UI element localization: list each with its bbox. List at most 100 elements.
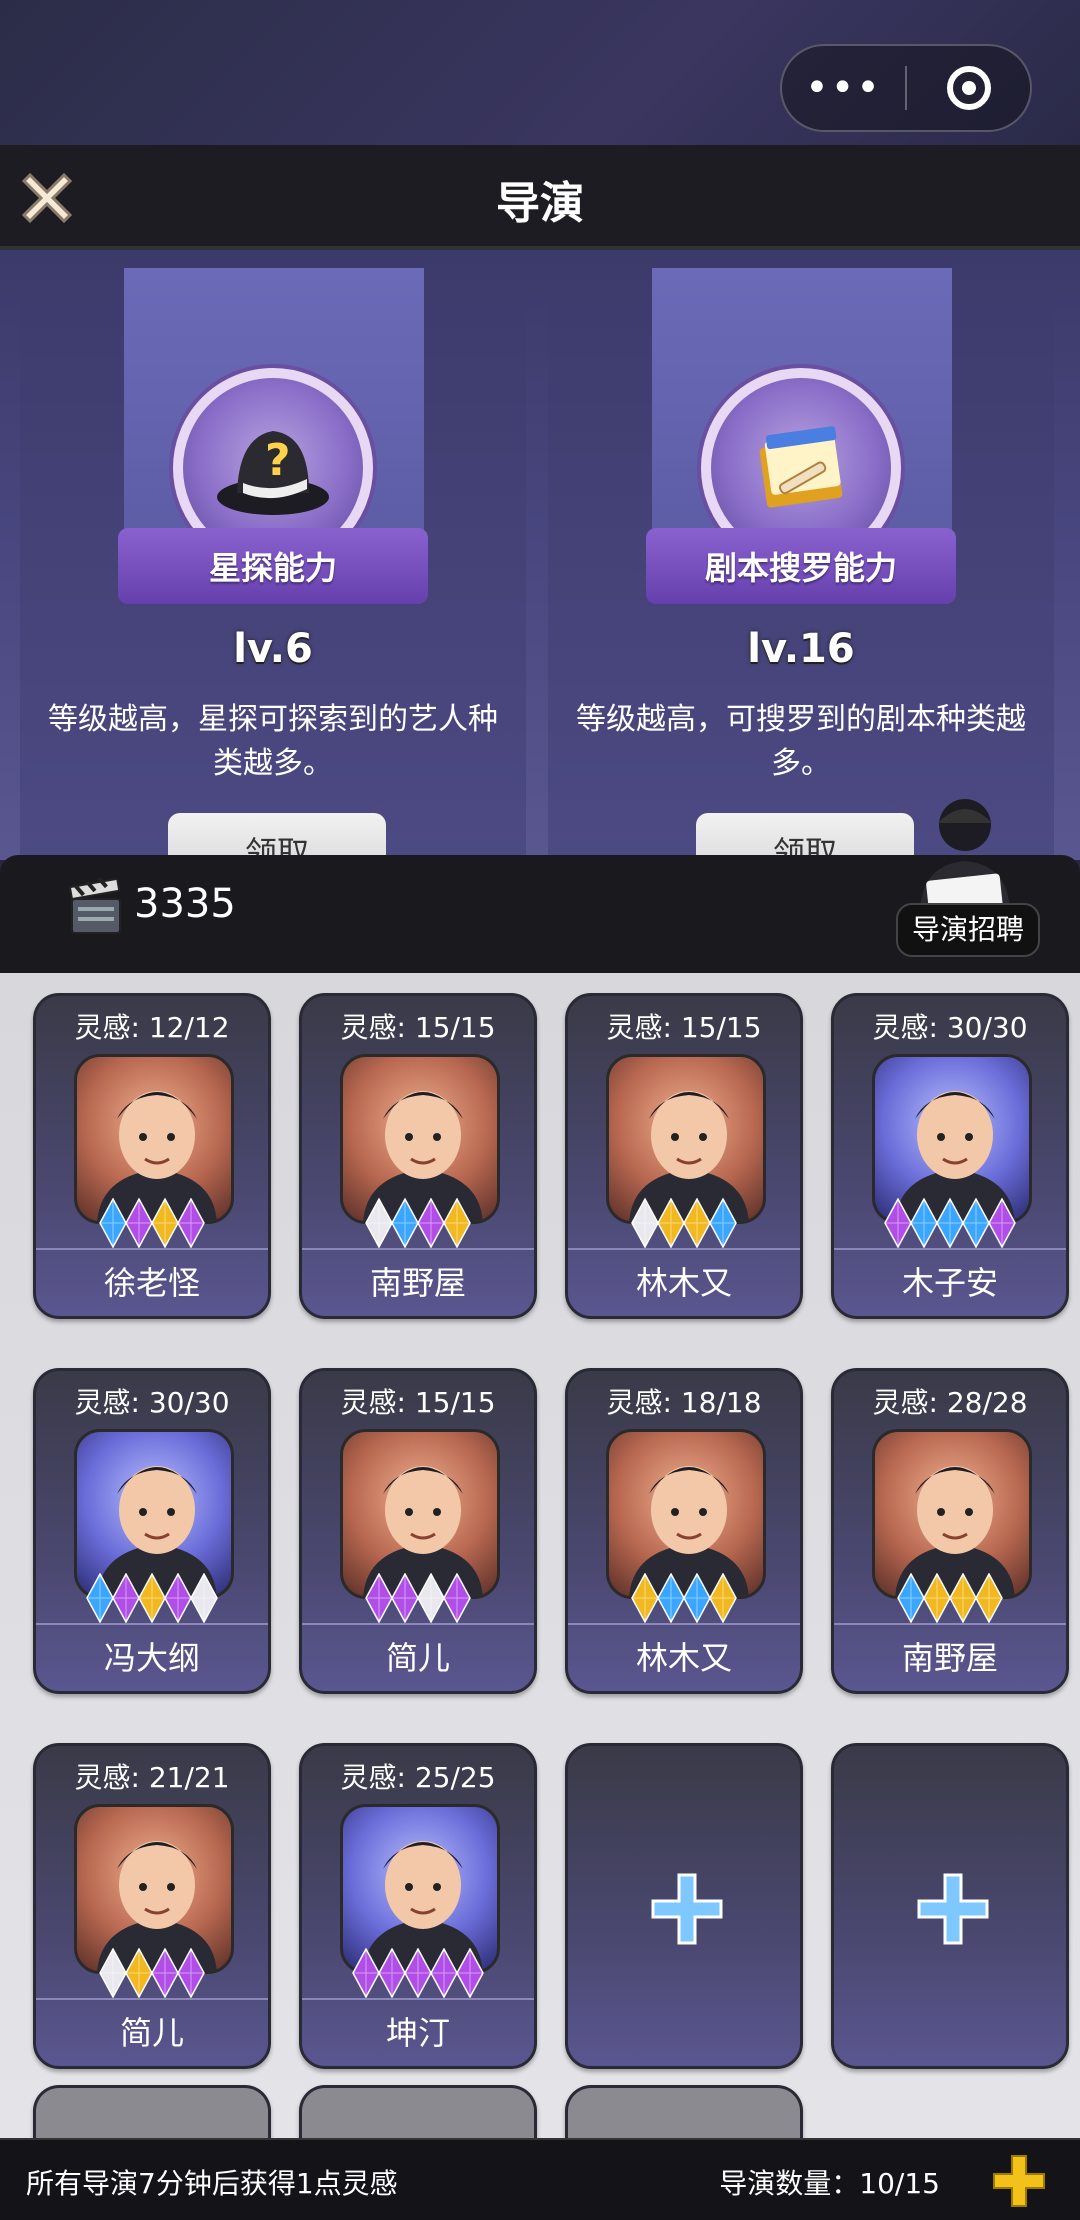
blue-gem-icon bbox=[683, 1573, 711, 1623]
gold-gem-icon bbox=[975, 1573, 1003, 1623]
miniprogram-capsule: ••• bbox=[780, 44, 1032, 132]
director-grid: 灵感: 12/12 徐老怪 灵感: 15/15 南野屋 灵感: 15/15 林木又 灵感: … bbox=[0, 973, 1080, 2145]
inspiration-value: 灵感: 15/15 bbox=[340, 1386, 496, 1419]
purple-gem-icon bbox=[164, 1573, 192, 1623]
white-gem-icon bbox=[365, 1198, 393, 1248]
gold-gem-icon bbox=[138, 1573, 166, 1623]
add-director-capacity-icon[interactable] bbox=[992, 2154, 1046, 2208]
inspiration-value: 灵感: 25/25 bbox=[340, 1761, 496, 1794]
add-icon bbox=[651, 1873, 723, 1945]
white-gem-icon bbox=[417, 1573, 445, 1623]
partial-card bbox=[299, 2085, 537, 2145]
ability-description: 等级越高，星探可探索到的艺人种类越多。 bbox=[48, 702, 498, 781]
bottom-bar: 所有导演7分钟后获得1点灵感 导演数量：10/15 bbox=[0, 2138, 1080, 2220]
director-card[interactable]: 灵感: 12/12 徐老怪 bbox=[33, 993, 271, 1319]
director-card[interactable]: 灵感: 15/15 简儿 bbox=[299, 1368, 537, 1694]
add-icon bbox=[917, 1873, 989, 1945]
purple-gem-icon bbox=[404, 1948, 432, 1998]
purple-gem-icon bbox=[177, 1198, 205, 1248]
close-miniprogram-button[interactable] bbox=[907, 46, 1030, 130]
blue-gem-icon bbox=[910, 1198, 938, 1248]
page-title: 导演 bbox=[496, 178, 584, 229]
film-count: 3335 bbox=[134, 881, 236, 927]
director-card[interactable]: 灵感: 18/18 林木又 bbox=[565, 1368, 803, 1694]
ability-description: 等级越高，可搜罗到的剧本种类越多。 bbox=[576, 702, 1026, 781]
partial-card bbox=[565, 2085, 803, 2145]
purple-gem-icon bbox=[430, 1948, 458, 1998]
gold-gem-icon bbox=[151, 1198, 179, 1248]
blue-gem-icon bbox=[99, 1198, 127, 1248]
inspiration-value: 灵感: 12/12 bbox=[74, 1011, 230, 1044]
top-status-area: ••• bbox=[0, 0, 1080, 145]
inspiration-value: 灵感: 21/21 bbox=[74, 1761, 230, 1794]
partial-card bbox=[33, 2085, 271, 2145]
director-card[interactable]: 灵感: 15/15 林木又 bbox=[565, 993, 803, 1319]
rating-gems bbox=[302, 1198, 534, 1248]
gold-gem-icon bbox=[443, 1198, 471, 1248]
director-name: 木子安 bbox=[834, 1248, 1066, 1316]
rating-gems bbox=[834, 1198, 1066, 1248]
hat-graphic: ? bbox=[217, 431, 329, 515]
rating-gems bbox=[36, 1948, 268, 1998]
rating-gems bbox=[302, 1573, 534, 1623]
director-name: 简儿 bbox=[36, 1998, 268, 2066]
director-name: 林木又 bbox=[568, 1623, 800, 1691]
director-card[interactable]: 灵感: 28/28 南野屋 bbox=[831, 1368, 1069, 1694]
gold-gem-icon bbox=[683, 1198, 711, 1248]
add-director-slot[interactable] bbox=[831, 1743, 1069, 2069]
purple-gem-icon bbox=[391, 1573, 419, 1623]
more-dots-icon: ••• bbox=[805, 65, 882, 111]
director-count: 导演数量：10/15 bbox=[719, 2167, 940, 2200]
title-bar: 导演 bbox=[0, 145, 1080, 250]
abilities-section: ? 星探能力 lv.6 等级越高，星探可探索到的艺人种类越多。 领取 剧本搜罗能… bbox=[0, 250, 1080, 893]
gold-gem-icon bbox=[923, 1573, 951, 1623]
inspiration-value: 灵感: 30/30 bbox=[872, 1011, 1028, 1044]
director-name: 徐老怪 bbox=[36, 1248, 268, 1316]
director-card[interactable]: 灵感: 30/30 木子安 bbox=[831, 993, 1069, 1319]
director-card[interactable]: 灵感: 21/21 简儿 bbox=[33, 1743, 271, 2069]
purple-gem-icon bbox=[443, 1573, 471, 1623]
director-card[interactable]: 灵感: 25/25 坤汀 bbox=[299, 1743, 537, 2069]
director-name: 坤汀 bbox=[302, 1998, 534, 2066]
gold-gem-icon bbox=[657, 1198, 685, 1248]
rating-gems bbox=[302, 1948, 534, 1998]
director-name: 简儿 bbox=[302, 1623, 534, 1691]
purple-gem-icon bbox=[125, 1198, 153, 1248]
svg-text:?: ? bbox=[265, 435, 291, 486]
inspiration-value: 灵感: 30/30 bbox=[74, 1386, 230, 1419]
add-director-slot[interactable] bbox=[565, 1743, 803, 2069]
rating-gems bbox=[834, 1573, 1066, 1623]
purple-gem-icon bbox=[352, 1948, 380, 1998]
resource-bar: 3335 导演招聘 bbox=[0, 799, 1080, 973]
rating-gems bbox=[568, 1573, 800, 1623]
white-gem-icon bbox=[631, 1198, 659, 1248]
director-name: 南野屋 bbox=[834, 1623, 1066, 1691]
purple-gem-icon bbox=[884, 1198, 912, 1248]
purple-gem-icon bbox=[378, 1948, 406, 1998]
blue-gem-icon bbox=[962, 1198, 990, 1248]
book-graphic bbox=[759, 426, 843, 508]
ability-level: lv.6 bbox=[233, 626, 313, 672]
director-recruit-button[interactable]: 导演招聘 bbox=[895, 903, 1040, 957]
purple-gem-icon bbox=[365, 1573, 393, 1623]
purple-gem-icon bbox=[151, 1948, 179, 1998]
blue-gem-icon bbox=[391, 1198, 419, 1248]
ability-card-script: 剧本搜罗能力 lv.16 等级越高，可搜罗到的剧本种类越多。 领取 bbox=[548, 268, 1054, 893]
gold-gem-icon bbox=[709, 1573, 737, 1623]
white-gem-icon bbox=[99, 1948, 127, 1998]
rating-gems bbox=[36, 1198, 268, 1248]
director-card[interactable]: 灵感: 30/30 冯大纲 bbox=[33, 1368, 271, 1694]
ability-card-scout: ? 星探能力 lv.6 等级越高，星探可探索到的艺人种类越多。 领取 bbox=[20, 268, 526, 893]
purple-gem-icon bbox=[456, 1948, 484, 1998]
purple-gem-icon bbox=[988, 1198, 1016, 1248]
white-gem-icon bbox=[190, 1573, 218, 1623]
director-name: 冯大纲 bbox=[36, 1623, 268, 1691]
purple-gem-icon bbox=[177, 1948, 205, 1998]
ability-name: 剧本搜罗能力 bbox=[646, 528, 956, 604]
gold-gem-icon bbox=[125, 1948, 153, 1998]
ability-level: lv.16 bbox=[747, 626, 855, 672]
gold-gem-icon bbox=[949, 1573, 977, 1623]
target-circle-icon bbox=[946, 66, 991, 110]
director-card[interactable]: 灵感: 15/15 南野屋 bbox=[299, 993, 537, 1319]
more-menu-button[interactable]: ••• bbox=[782, 46, 905, 130]
